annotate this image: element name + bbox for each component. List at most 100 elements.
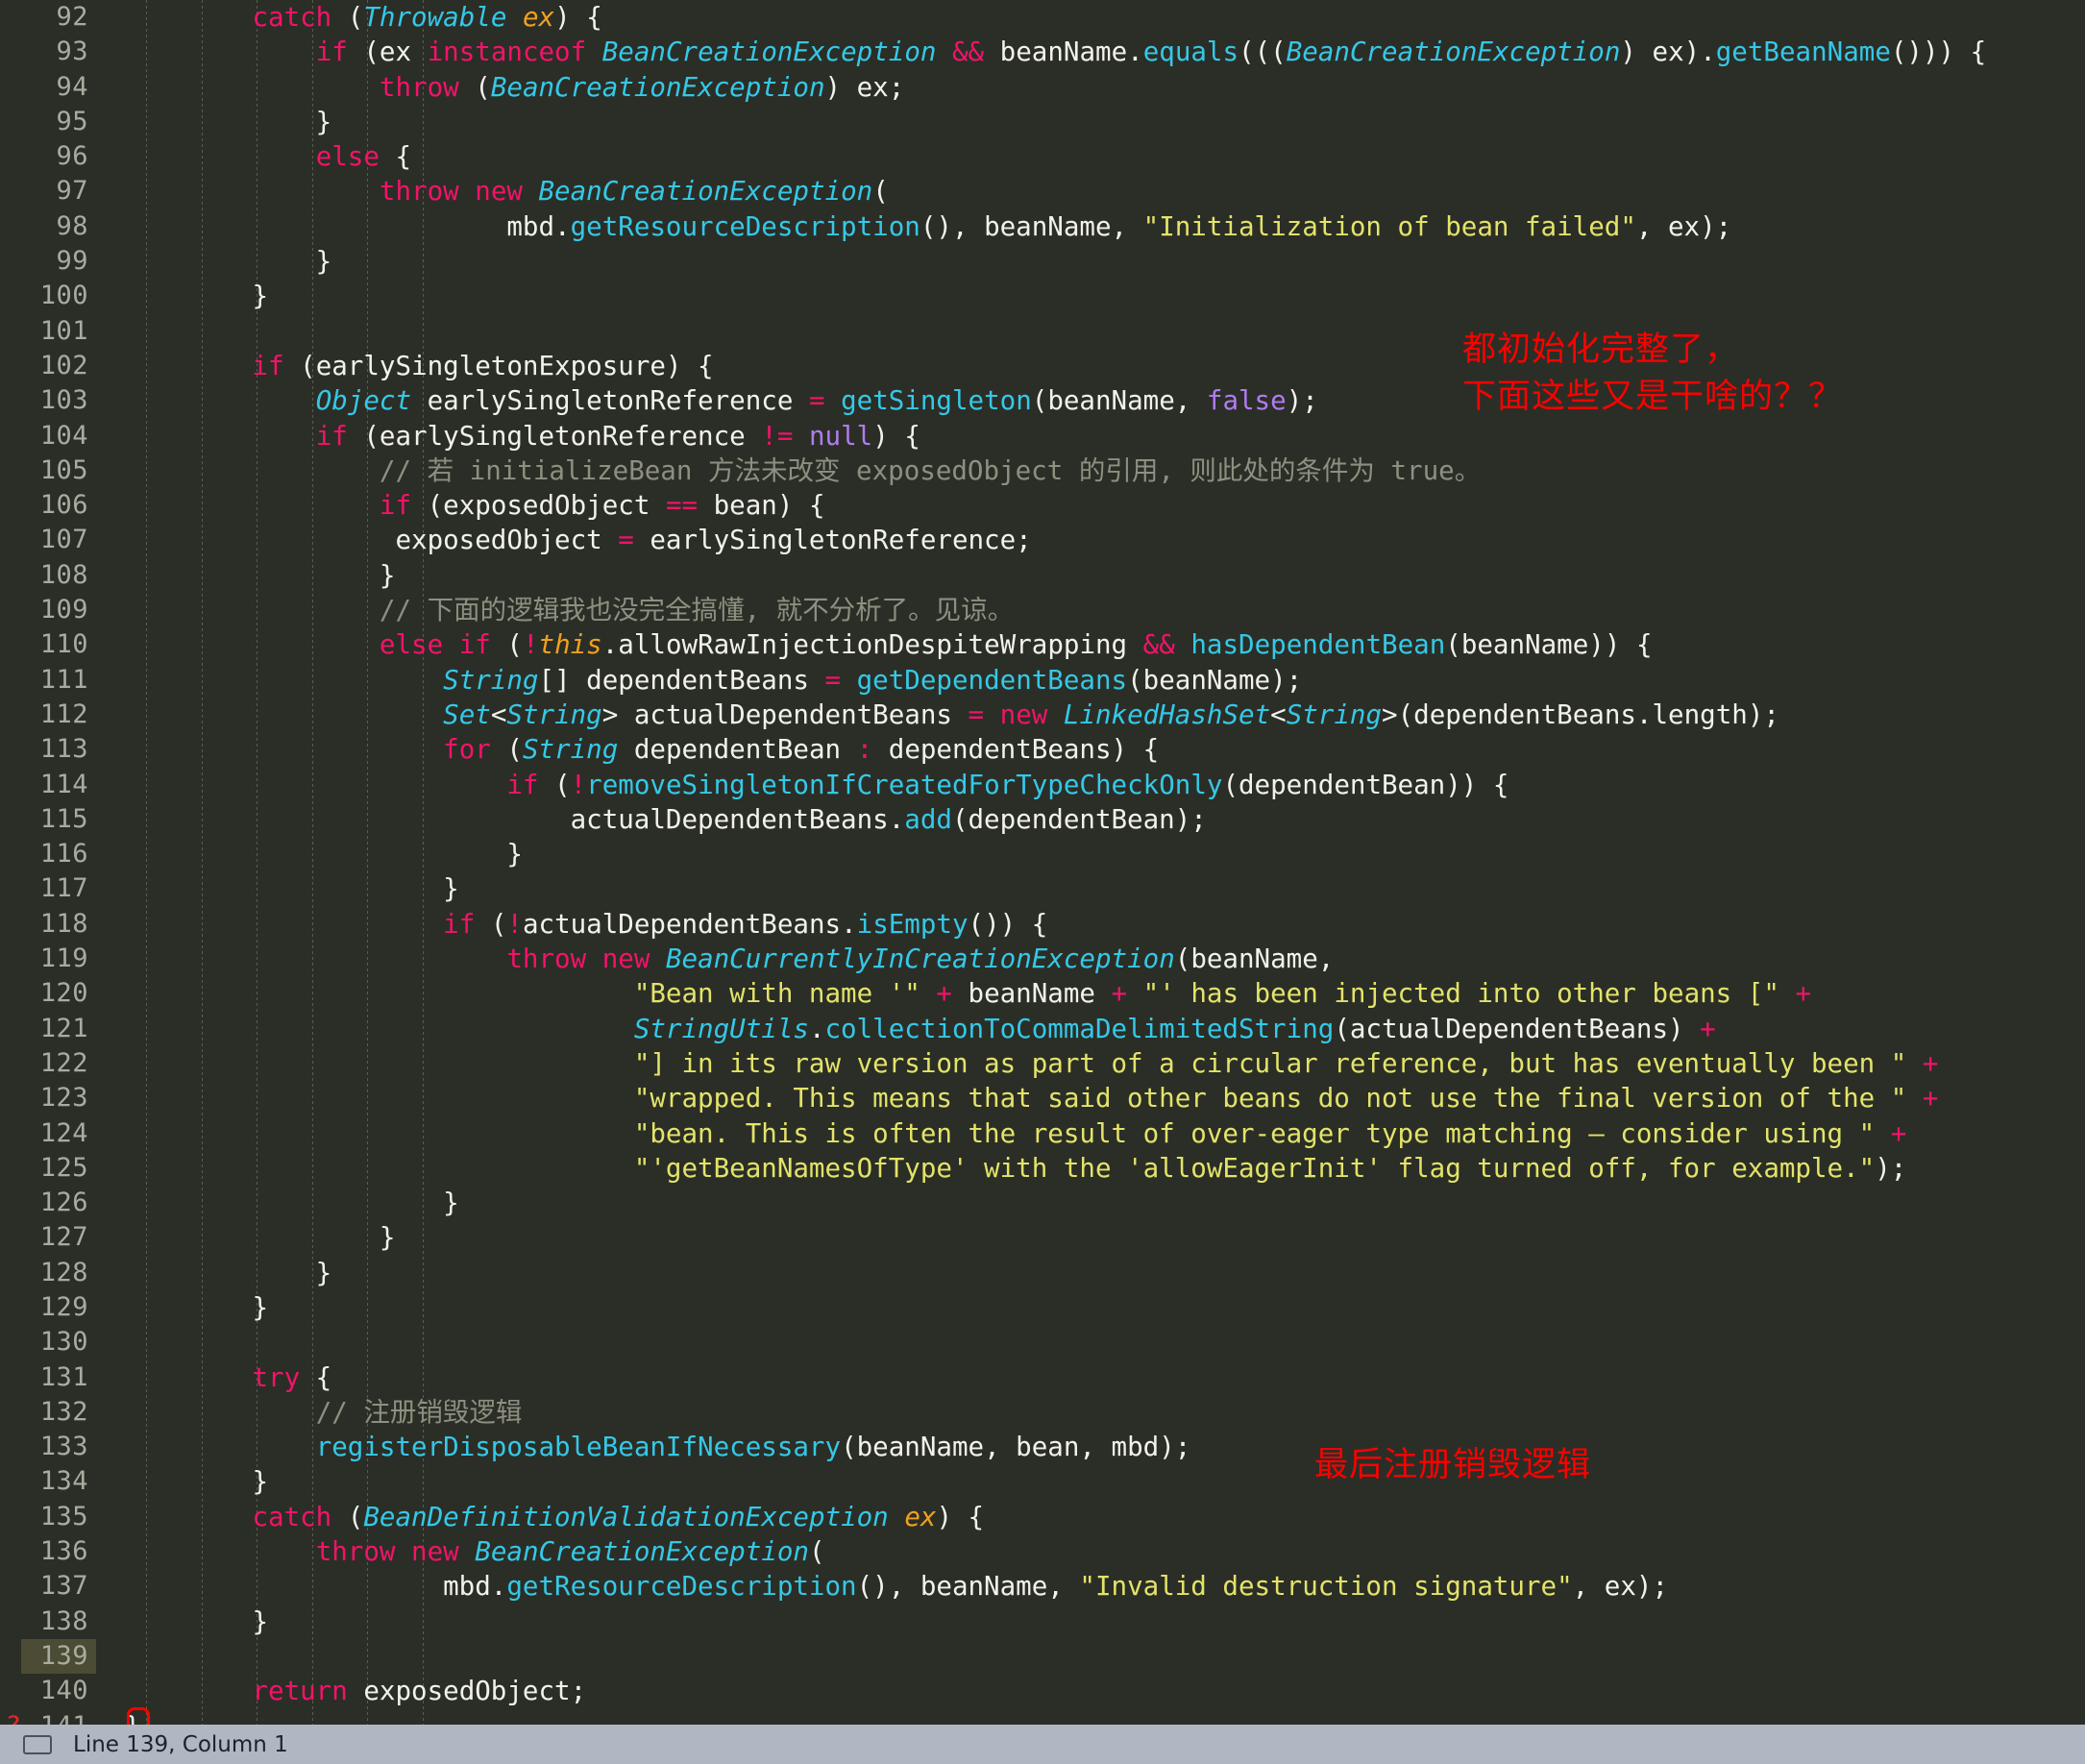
- code-line-text[interactable]: if (!actualDependentBeans.isEmpty()) {: [96, 907, 2085, 942]
- code-line-text[interactable]: }: [96, 558, 2085, 593]
- code-line[interactable]: 99 }: [0, 244, 2085, 279]
- code-line[interactable]: 95 }: [0, 105, 2085, 139]
- code-line[interactable]: 100 }: [0, 279, 2085, 313]
- code-line[interactable]: 104 if (earlySingletonReference != null)…: [0, 419, 2085, 453]
- line-number[interactable]: 126: [21, 1186, 96, 1220]
- line-number[interactable]: 141: [21, 1709, 96, 1725]
- line-number[interactable]: 110: [21, 627, 96, 662]
- code-line-text[interactable]: }: [96, 1605, 2085, 1639]
- code-line-text[interactable]: [96, 1325, 2085, 1360]
- code-line[interactable]: 112 Set<String> actualDependentBeans = n…: [0, 698, 2085, 732]
- code-line[interactable]: 110 else if (!this.allowRawInjectionDesp…: [0, 627, 2085, 662]
- code-line[interactable]: 109 // 下面的逻辑我也没完全搞懂, 就不分析了。见谅。: [0, 593, 2085, 627]
- code-line[interactable]: 133 registerDisposableBeanIfNecessary(be…: [0, 1430, 2085, 1464]
- line-number[interactable]: 95: [21, 105, 96, 139]
- error-marker-icon[interactable]: ?: [0, 1709, 21, 1725]
- line-number[interactable]: 136: [21, 1534, 96, 1569]
- line-number[interactable]: 122: [21, 1046, 96, 1081]
- code-line-text[interactable]: throw new BeanCurrentlyInCreationExcepti…: [96, 942, 2085, 976]
- code-line-text[interactable]: }: [96, 1256, 2085, 1290]
- line-number[interactable]: 98: [21, 209, 96, 244]
- code-line-text[interactable]: [96, 1639, 2085, 1674]
- code-line-text[interactable]: }: [96, 279, 2085, 313]
- line-number[interactable]: 109: [21, 593, 96, 627]
- line-number[interactable]: 111: [21, 663, 96, 698]
- code-line-text[interactable]: if (exposedObject == bean) {: [96, 488, 2085, 523]
- code-line[interactable]: 130: [0, 1325, 2085, 1360]
- code-line-text[interactable]: }: [96, 837, 2085, 871]
- code-line-text[interactable]: }: [96, 871, 2085, 906]
- code-line-text[interactable]: "] in its raw version as part of a circu…: [96, 1046, 2085, 1081]
- line-number[interactable]: 134: [21, 1464, 96, 1499]
- line-number[interactable]: 106: [21, 488, 96, 523]
- code-line[interactable]: 116 }: [0, 837, 2085, 871]
- line-number[interactable]: 119: [21, 942, 96, 976]
- line-number[interactable]: 130: [21, 1325, 96, 1360]
- code-line[interactable]: 123 "wrapped. This means that said other…: [0, 1081, 2085, 1115]
- line-number[interactable]: 138: [21, 1605, 96, 1639]
- code-line[interactable]: 136 throw new BeanCreationException(: [0, 1534, 2085, 1569]
- code-line[interactable]: 106 if (exposedObject == bean) {: [0, 488, 2085, 523]
- code-line-text[interactable]: "'getBeanNamesOfType' with the 'allowEag…: [96, 1151, 2085, 1186]
- code-line-text[interactable]: throw (BeanCreationException) ex;: [96, 70, 2085, 105]
- line-number[interactable]: 133: [21, 1430, 96, 1464]
- code-line[interactable]: 121 StringUtils.collectionToCommaDelimit…: [0, 1012, 2085, 1046]
- code-lines[interactable]: 92 catch (Throwable ex) {93 if (ex insta…: [0, 0, 2085, 1725]
- code-line-text[interactable]: for (String dependentBean : dependentBea…: [96, 732, 2085, 767]
- line-number[interactable]: 117: [21, 871, 96, 906]
- line-number[interactable]: 94: [21, 70, 96, 105]
- code-line-text[interactable]: catch (Throwable ex) {: [96, 0, 2085, 35]
- line-number[interactable]: 131: [21, 1360, 96, 1395]
- line-number[interactable]: 139: [21, 1638, 96, 1675]
- line-number[interactable]: 108: [21, 558, 96, 593]
- code-line-text[interactable]: exposedObject = earlySingletonReference;: [96, 523, 2085, 557]
- code-line[interactable]: 98 mbd.getResourceDescription(), beanNam…: [0, 209, 2085, 244]
- line-number[interactable]: 125: [21, 1151, 96, 1186]
- line-number[interactable]: 116: [21, 837, 96, 871]
- code-line[interactable]: 113 for (String dependentBean : dependen…: [0, 732, 2085, 767]
- code-line-text[interactable]: StringUtils.collectionToCommaDelimitedSt…: [96, 1012, 2085, 1046]
- line-number[interactable]: 101: [21, 314, 96, 349]
- code-line-text[interactable]: return exposedObject;: [96, 1674, 2085, 1708]
- code-line[interactable]: 93 if (ex instanceof BeanCreationExcepti…: [0, 35, 2085, 69]
- code-line-text[interactable]: catch (BeanDefinitionValidationException…: [96, 1500, 2085, 1534]
- code-line-text[interactable]: // 注册销毁逻辑: [96, 1395, 2085, 1430]
- code-line-text[interactable]: // 若 initializeBean 方法未改变 exposedObject …: [96, 453, 2085, 488]
- code-line-text[interactable]: throw new BeanCreationException(: [96, 1534, 2085, 1569]
- code-line[interactable]: 96 else {: [0, 139, 2085, 174]
- code-line-text[interactable]: mbd.getResourceDescription(), beanName, …: [96, 209, 2085, 244]
- line-number[interactable]: 128: [21, 1256, 96, 1290]
- line-number[interactable]: 118: [21, 907, 96, 942]
- code-line[interactable]: 115 actualDependentBeans.add(dependentBe…: [0, 802, 2085, 837]
- line-number[interactable]: 104: [21, 419, 96, 453]
- code-line-text[interactable]: else {: [96, 139, 2085, 174]
- line-number[interactable]: 97: [21, 174, 96, 208]
- line-number[interactable]: 112: [21, 698, 96, 732]
- code-line-text[interactable]: Set<String> actualDependentBeans = new L…: [96, 698, 2085, 732]
- code-line[interactable]: 94 throw (BeanCreationException) ex;: [0, 70, 2085, 105]
- code-line[interactable]: 131 try {: [0, 1360, 2085, 1395]
- code-line[interactable]: 92 catch (Throwable ex) {: [0, 0, 2085, 35]
- line-number[interactable]: 120: [21, 976, 96, 1011]
- code-line[interactable]: 119 throw new BeanCurrentlyInCreationExc…: [0, 942, 2085, 976]
- code-line-text[interactable]: throw new BeanCreationException(: [96, 174, 2085, 208]
- line-number[interactable]: 121: [21, 1012, 96, 1046]
- line-number[interactable]: 135: [21, 1500, 96, 1534]
- code-line-text[interactable]: registerDisposableBeanIfNecessary(beanNa…: [96, 1430, 2085, 1464]
- code-line[interactable]: 108 }: [0, 558, 2085, 593]
- line-number[interactable]: 123: [21, 1081, 96, 1115]
- line-number[interactable]: 113: [21, 732, 96, 767]
- code-line-text[interactable]: "wrapped. This means that said other bea…: [96, 1081, 2085, 1115]
- line-number[interactable]: 105: [21, 453, 96, 488]
- code-line[interactable]: 97 throw new BeanCreationException(: [0, 174, 2085, 208]
- line-number[interactable]: 124: [21, 1116, 96, 1151]
- code-line[interactable]: 138 }: [0, 1605, 2085, 1639]
- code-line-text[interactable]: }: [96, 1220, 2085, 1255]
- code-line-text[interactable]: }: [96, 1709, 2085, 1725]
- line-number[interactable]: 100: [21, 279, 96, 313]
- line-number[interactable]: 115: [21, 802, 96, 837]
- code-line-text[interactable]: String[] dependentBeans = getDependentBe…: [96, 663, 2085, 698]
- line-number[interactable]: 132: [21, 1395, 96, 1430]
- code-line[interactable]: 126 }: [0, 1186, 2085, 1220]
- code-line-text[interactable]: }: [96, 1464, 2085, 1499]
